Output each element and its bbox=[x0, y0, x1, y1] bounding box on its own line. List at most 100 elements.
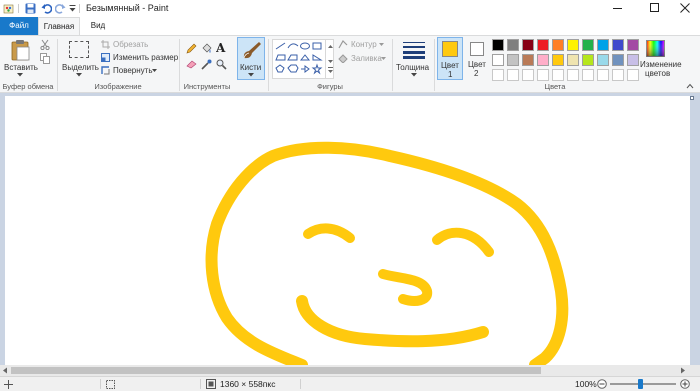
magnifier-icon[interactable] bbox=[216, 59, 227, 70]
image-dimensions: 1360 × 558пкс bbox=[220, 379, 276, 389]
face-outline-stroke bbox=[205, 141, 569, 365]
ribbon: Вставить Буфер обмена Выделить Обрезать … bbox=[0, 35, 700, 93]
palette-swatch[interactable] bbox=[597, 54, 609, 66]
custom-color-slot[interactable] bbox=[552, 69, 564, 81]
rotate-icon[interactable] bbox=[101, 66, 110, 75]
palette-swatch[interactable] bbox=[582, 39, 594, 51]
cursor-position-icon bbox=[4, 380, 13, 389]
shapes-scroll[interactable] bbox=[325, 39, 334, 79]
cut-icon[interactable] bbox=[40, 39, 50, 50]
size-label: Толщина bbox=[396, 63, 430, 72]
color1-button[interactable]: Цвет 1 bbox=[437, 37, 463, 80]
maximize-button[interactable] bbox=[638, 0, 670, 17]
palette-swatch[interactable] bbox=[507, 39, 519, 51]
ribbon-separator bbox=[268, 39, 269, 91]
fill-button-label[interactable]: Заливка bbox=[351, 54, 382, 63]
palette-swatch[interactable] bbox=[507, 54, 519, 66]
palette-swatch[interactable] bbox=[567, 54, 579, 66]
resize-button-label[interactable]: Изменить размер bbox=[113, 53, 178, 62]
canvas-resize-handle[interactable] bbox=[690, 96, 694, 100]
custom-color-slot[interactable] bbox=[582, 69, 594, 81]
tools-group-label: Инструменты bbox=[183, 82, 231, 91]
palette-swatch[interactable] bbox=[627, 54, 639, 66]
crop-icon[interactable] bbox=[101, 40, 110, 49]
close-button[interactable] bbox=[670, 0, 700, 17]
text-icon[interactable]: A bbox=[216, 41, 227, 54]
crop-button-label[interactable]: Обрезать bbox=[113, 40, 148, 49]
svg-text:A: A bbox=[216, 41, 226, 54]
fill-icon[interactable] bbox=[338, 54, 348, 63]
paint-app-icon[interactable] bbox=[3, 3, 15, 14]
edit-colors-button[interactable]: Изменение цветов bbox=[638, 37, 682, 80]
outline-button-label[interactable]: Контур bbox=[351, 40, 377, 49]
zoom-slider[interactable] bbox=[610, 379, 676, 389]
scroll-right-icon[interactable] bbox=[680, 367, 686, 374]
zoom-slider-thumb[interactable] bbox=[638, 379, 643, 389]
drawing-canvas[interactable] bbox=[5, 96, 690, 365]
quick-access-dropdown-icon[interactable] bbox=[69, 4, 76, 13]
outline-icon[interactable] bbox=[338, 40, 348, 49]
palette-swatch[interactable] bbox=[537, 54, 549, 66]
custom-color-slot[interactable] bbox=[612, 69, 624, 81]
paste-button[interactable]: Вставить bbox=[2, 38, 38, 80]
colors-group-label: Цвета bbox=[544, 82, 566, 91]
palette-swatch[interactable] bbox=[552, 54, 564, 66]
shapes-scroll-arrows-icon bbox=[328, 45, 333, 73]
paste-icon bbox=[11, 40, 30, 61]
horizontal-scrollbar[interactable] bbox=[0, 365, 700, 376]
palette-swatch[interactable] bbox=[522, 54, 534, 66]
palette-swatch[interactable] bbox=[567, 39, 579, 51]
tab-file[interactable]: Файл bbox=[0, 17, 38, 35]
palette-swatch[interactable] bbox=[612, 54, 624, 66]
redo-icon[interactable] bbox=[55, 3, 66, 14]
palette-swatch[interactable] bbox=[612, 39, 624, 51]
minimize-icon bbox=[613, 8, 622, 9]
undo-icon[interactable] bbox=[41, 3, 52, 14]
pencil-icon[interactable] bbox=[186, 43, 197, 54]
shapes-group-label: Фигуры bbox=[317, 82, 343, 91]
nose-stroke bbox=[378, 269, 433, 306]
tab-home[interactable]: Главная bbox=[38, 17, 80, 36]
brushes-dropdown-icon bbox=[248, 73, 254, 77]
custom-color-slot[interactable] bbox=[627, 69, 639, 81]
rotate-dropdown-icon bbox=[152, 69, 157, 72]
scrollbar-thumb[interactable] bbox=[11, 367, 541, 374]
rotate-button-label[interactable]: Повернуть bbox=[113, 66, 153, 75]
custom-color-slot[interactable] bbox=[492, 69, 504, 81]
palette-swatch[interactable] bbox=[492, 39, 504, 51]
palette-swatch[interactable] bbox=[582, 54, 594, 66]
minimize-button[interactable] bbox=[602, 0, 634, 17]
select-label: Выделить bbox=[62, 63, 99, 72]
palette-swatch[interactable] bbox=[522, 39, 534, 51]
eraser-icon[interactable] bbox=[186, 59, 198, 69]
image-size-icon bbox=[206, 379, 216, 389]
fill-bucket-icon[interactable] bbox=[201, 43, 212, 54]
edit-colors-label-line1: Изменение bbox=[640, 60, 682, 69]
resize-icon[interactable] bbox=[101, 53, 110, 62]
smiley-drawing bbox=[205, 141, 569, 365]
custom-color-slot[interactable] bbox=[507, 69, 519, 81]
save-icon[interactable] bbox=[25, 3, 36, 14]
copy-icon[interactable] bbox=[40, 53, 50, 64]
color2-button[interactable]: Цвет 2 bbox=[466, 37, 490, 80]
size-button[interactable]: Толщина bbox=[395, 38, 433, 80]
image-group-label: Изображение bbox=[94, 82, 142, 91]
palette-swatch[interactable] bbox=[597, 39, 609, 51]
zoom-in-icon[interactable] bbox=[680, 379, 690, 389]
custom-color-slot[interactable] bbox=[522, 69, 534, 81]
color-picker-icon[interactable] bbox=[201, 59, 212, 70]
custom-color-slot[interactable] bbox=[537, 69, 549, 81]
paste-dropdown-icon bbox=[17, 73, 23, 77]
palette-swatch[interactable] bbox=[537, 39, 549, 51]
collapse-ribbon-icon[interactable] bbox=[686, 83, 694, 89]
brushes-button[interactable]: Кисти bbox=[237, 37, 265, 80]
tab-view[interactable]: Вид bbox=[82, 17, 114, 35]
zoom-out-icon[interactable] bbox=[597, 379, 607, 389]
palette-swatch[interactable] bbox=[492, 54, 504, 66]
palette-swatch[interactable] bbox=[552, 39, 564, 51]
select-button[interactable]: Выделить bbox=[61, 38, 99, 80]
custom-color-slot[interactable] bbox=[567, 69, 579, 81]
scroll-left-icon[interactable] bbox=[2, 367, 8, 374]
custom-color-slot[interactable] bbox=[597, 69, 609, 81]
palette-swatch[interactable] bbox=[627, 39, 639, 51]
